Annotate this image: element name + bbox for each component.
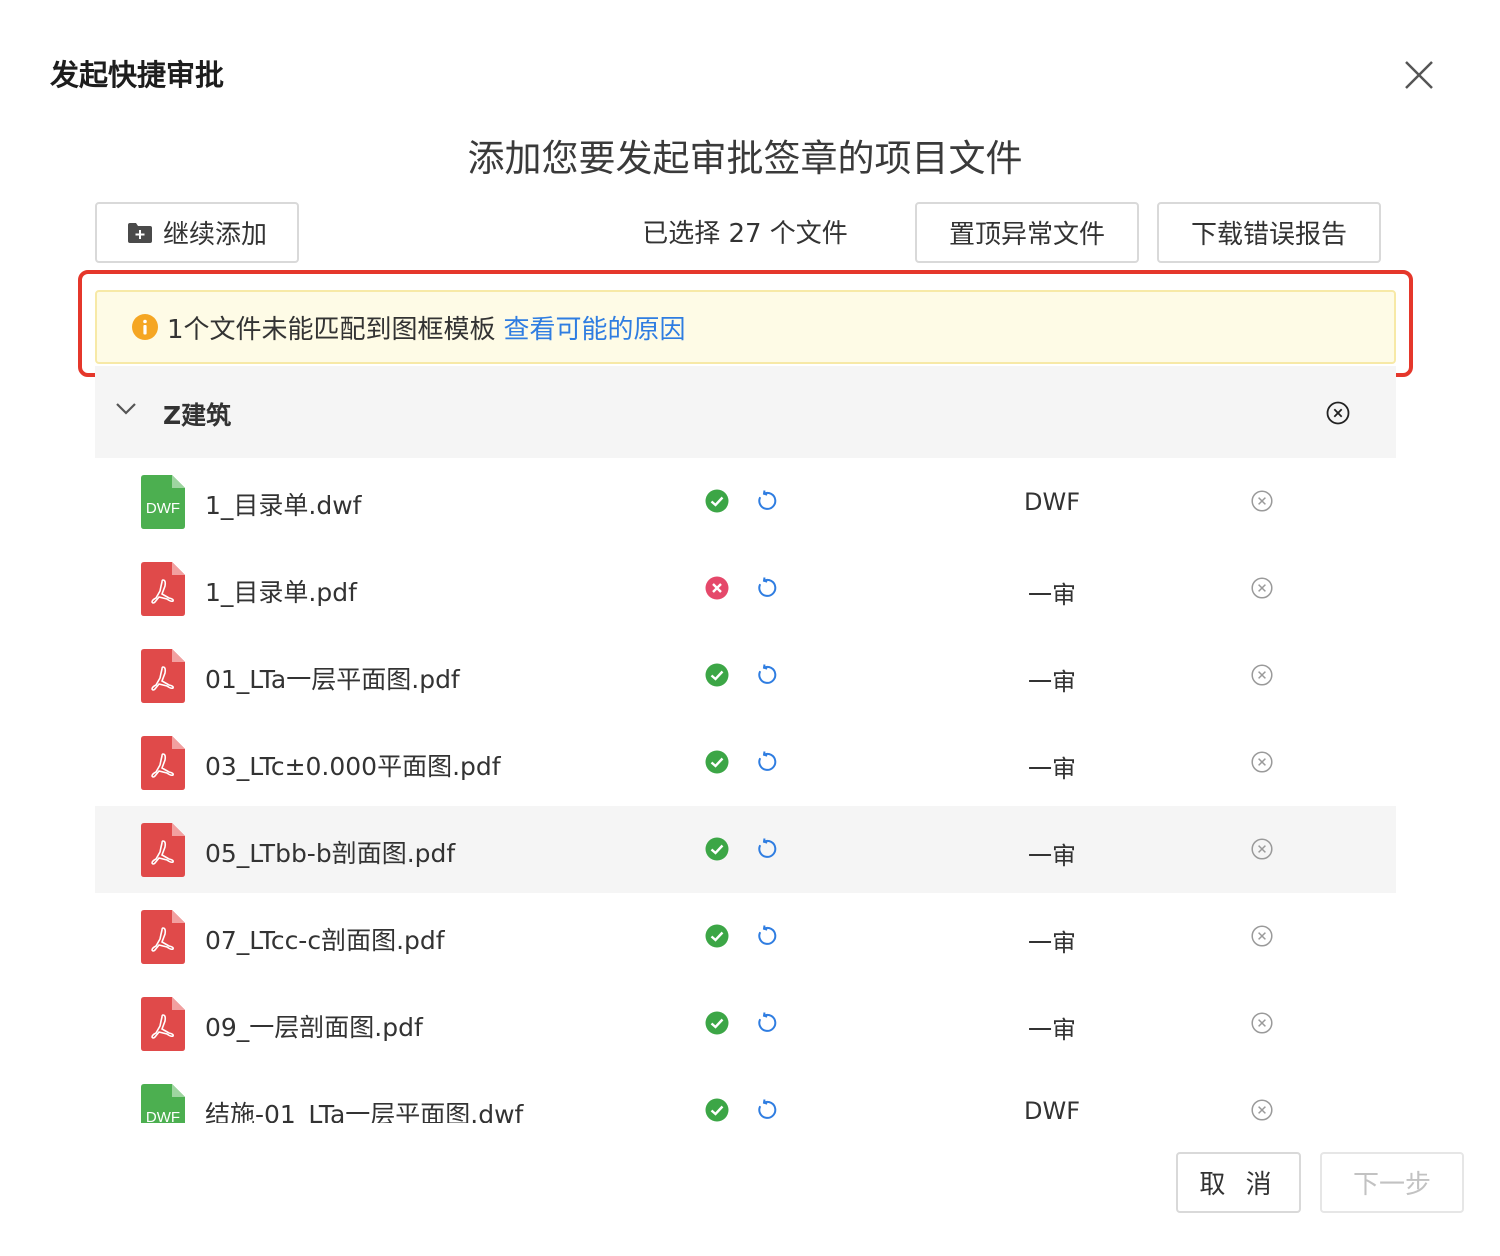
- reload-icon[interactable]: [755, 924, 779, 948]
- file-row[interactable]: 03_LTc±0.000平面图.pdf 一审: [95, 719, 1396, 806]
- file-name: 01_LTa一层平面图.pdf: [205, 665, 460, 694]
- dwf-icon-label: DWF: [146, 500, 180, 517]
- file-row[interactable]: 07_LTcc-c剖面图.pdf 一审: [95, 893, 1396, 980]
- pdf-file-icon: [141, 736, 185, 790]
- success-check-icon: [705, 1011, 729, 1035]
- file-row[interactable]: DWF 1_目录单.dwf DWF: [95, 458, 1396, 545]
- remove-file-icon[interactable]: [1251, 664, 1273, 686]
- reload-icon[interactable]: [755, 837, 779, 861]
- file-type: 一审: [1028, 1016, 1076, 1044]
- file-type: DWF: [1023, 1097, 1080, 1123]
- remove-file-icon[interactable]: [1251, 838, 1273, 860]
- remove-file-icon[interactable]: [1251, 1012, 1273, 1034]
- reload-icon[interactable]: [755, 1011, 779, 1035]
- success-check-icon: [705, 750, 729, 774]
- dialog-subtitle: 添加您要发起审批签章的项目文件: [467, 137, 1023, 180]
- file-type: DWF: [1023, 488, 1080, 516]
- close-icon[interactable]: [1398, 54, 1440, 96]
- download-error-report-button[interactable]: 下载错误报告: [1157, 202, 1381, 263]
- file-name: 1_目录单.dwf: [205, 491, 362, 520]
- pdf-file-icon: [141, 823, 185, 877]
- highlight-annotation: [78, 270, 1413, 377]
- remove-file-icon[interactable]: [1251, 751, 1273, 773]
- success-check-icon: [705, 489, 729, 513]
- file-name: 1_目录单.pdf: [205, 578, 357, 607]
- file-name: 07_LTcc-c剖面图.pdf: [205, 926, 445, 955]
- pin-abnormal-files-button[interactable]: 置顶异常文件: [915, 202, 1139, 263]
- reload-icon[interactable]: [755, 489, 779, 513]
- remove-file-icon[interactable]: [1251, 925, 1273, 947]
- dwf-file-icon: DWF: [141, 1084, 185, 1123]
- file-row[interactable]: DWF 结施-01_LTa一层平面图.dwf DWF: [95, 1067, 1396, 1123]
- reload-icon[interactable]: [755, 576, 779, 600]
- file-row[interactable]: 01_LTa一层平面图.pdf 一审: [95, 632, 1396, 719]
- selected-count: 已选择 27 个文件: [642, 219, 848, 249]
- add-folder-icon: [127, 222, 152, 243]
- next-step-button[interactable]: 下一步: [1320, 1152, 1464, 1213]
- reload-icon[interactable]: [755, 750, 779, 774]
- dwf-file-icon: DWF: [141, 475, 185, 529]
- chevron-down-icon[interactable]: [115, 402, 137, 416]
- file-type: 一审: [1028, 842, 1076, 870]
- remove-file-icon[interactable]: [1251, 490, 1273, 512]
- continue-add-button[interactable]: 继续添加: [95, 202, 299, 263]
- file-row[interactable]: 1_目录单.pdf 一审: [95, 545, 1396, 632]
- reload-icon[interactable]: [755, 1098, 779, 1122]
- dwf-icon-label: DWF: [146, 1109, 180, 1123]
- pdf-file-icon: [141, 910, 185, 964]
- pdf-file-icon: [141, 649, 185, 703]
- file-list[interactable]: DWF 1_目录单.dwf DWF 1_目录单.pdf 一审 01_LTa一层平面图.pd…: [95, 458, 1396, 1123]
- success-check-icon: [705, 924, 729, 948]
- cancel-button[interactable]: 取 消: [1176, 1152, 1301, 1213]
- continue-add-label: 继续添加: [162, 220, 267, 250]
- error-x-icon: [705, 576, 729, 600]
- file-type: 一审: [1028, 668, 1076, 696]
- success-check-icon: [705, 837, 729, 861]
- file-name: 结施-01_LTa一层平面图.dwf: [205, 1100, 524, 1123]
- file-type: 一审: [1028, 581, 1076, 609]
- file-row[interactable]: 09_一层剖面图.pdf 一审: [95, 980, 1396, 1067]
- remove-file-icon[interactable]: [1251, 1099, 1273, 1121]
- file-name: 03_LTc±0.000平面图.pdf: [205, 752, 501, 781]
- reload-icon[interactable]: [755, 663, 779, 687]
- file-name: 05_LTbb-b剖面图.pdf: [205, 839, 456, 868]
- success-check-icon: [705, 663, 729, 687]
- file-row[interactable]: 05_LTbb-b剖面图.pdf 一审: [95, 806, 1396, 893]
- group-header[interactable]: Z建筑: [95, 366, 1396, 458]
- file-type: 一审: [1028, 929, 1076, 957]
- success-check-icon: [705, 1098, 729, 1122]
- pdf-file-icon: [141, 997, 185, 1051]
- file-name: 09_一层剖面图.pdf: [205, 1013, 423, 1042]
- pdf-file-icon: [141, 562, 185, 616]
- file-type: 一审: [1028, 755, 1076, 783]
- group-name: Z建筑: [163, 401, 232, 430]
- remove-group-icon[interactable]: [1326, 401, 1350, 425]
- dialog-title: 发起快捷审批: [50, 58, 225, 92]
- remove-file-icon[interactable]: [1251, 577, 1273, 599]
